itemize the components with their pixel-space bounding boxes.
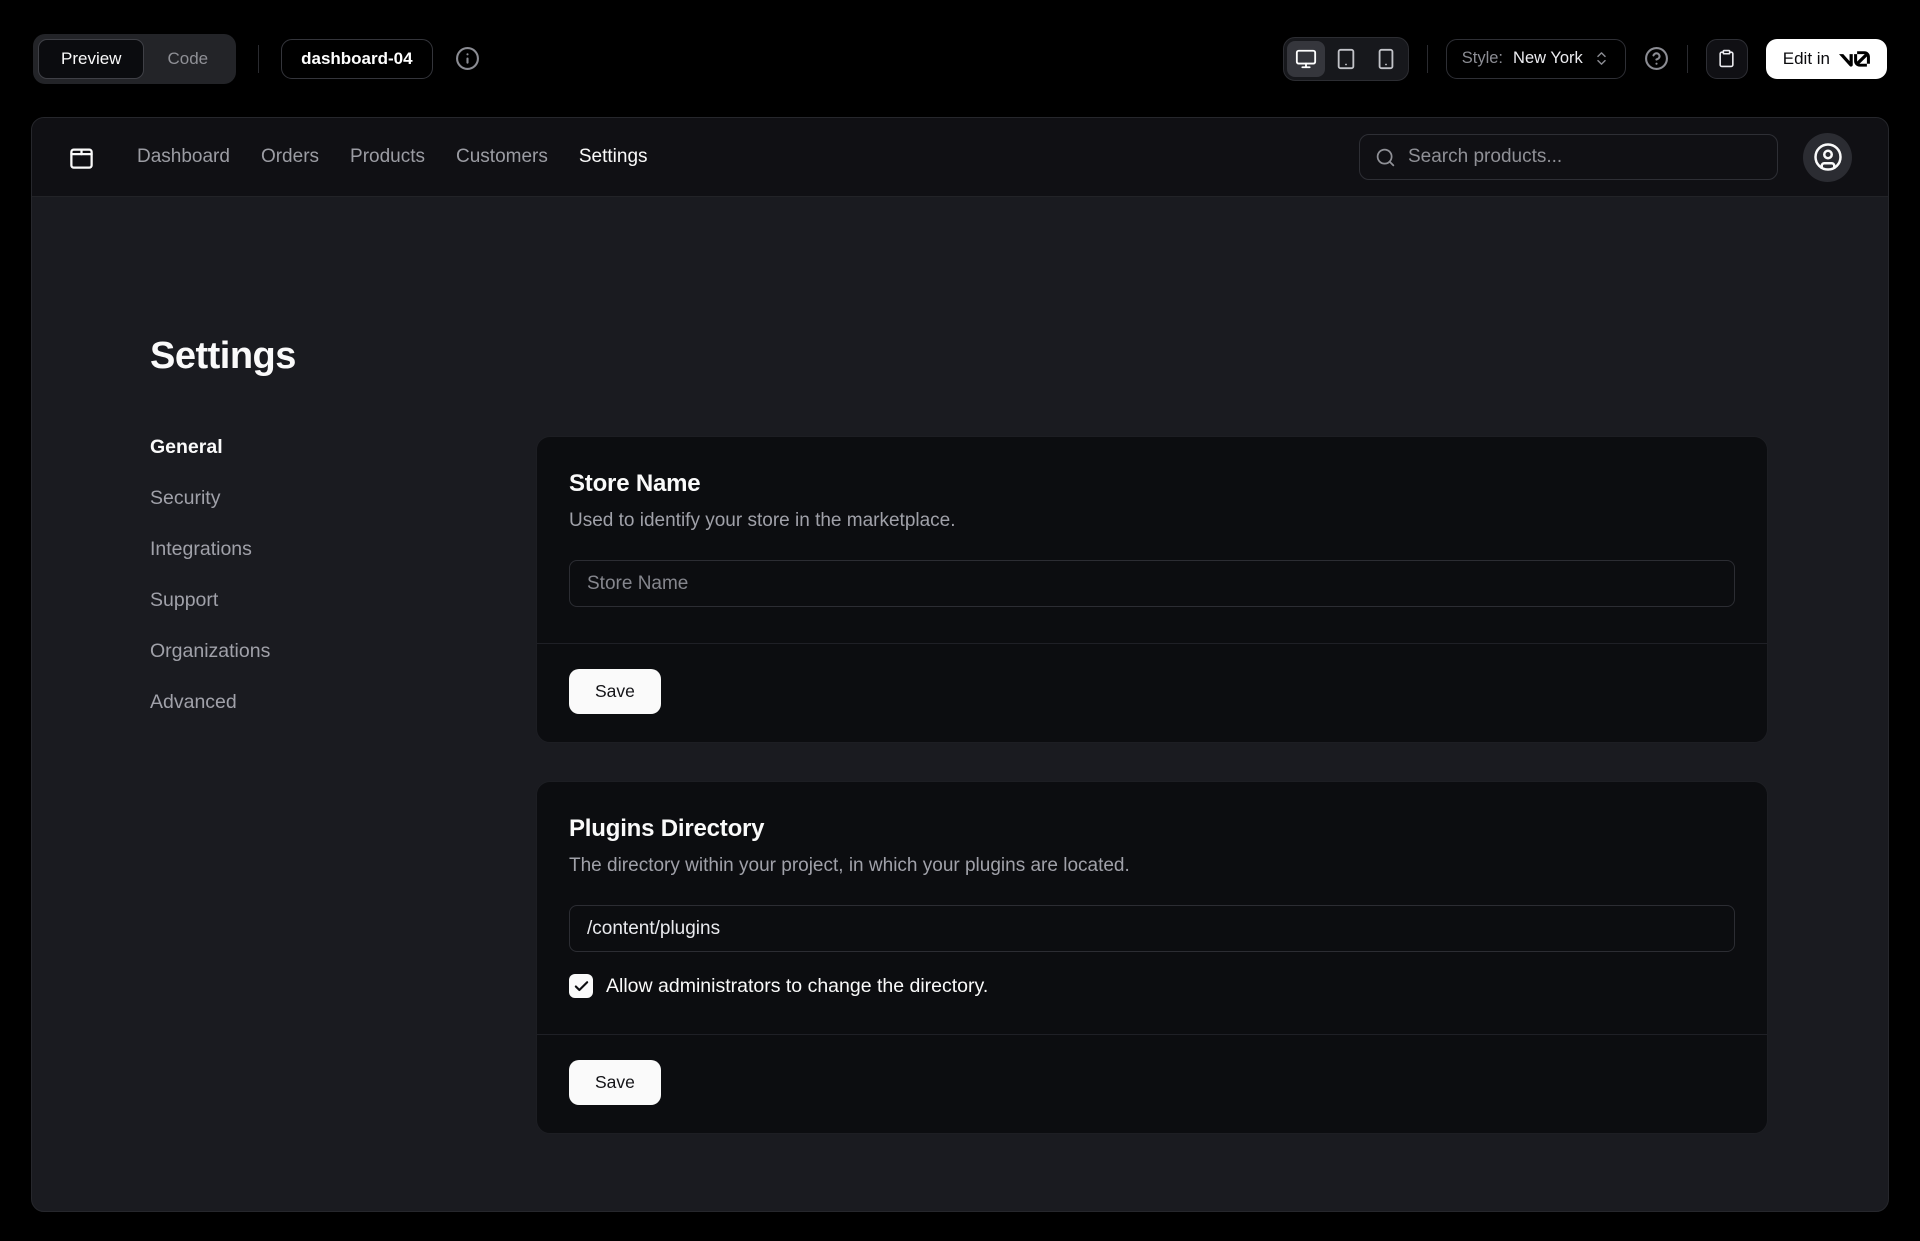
store-name-card: Store Name Used to identify your store i… bbox=[536, 436, 1768, 743]
project-badge: dashboard-04 bbox=[281, 39, 432, 79]
save-button[interactable]: Save bbox=[569, 1060, 661, 1105]
plugins-directory-input[interactable] bbox=[569, 905, 1735, 952]
store-navbar: Dashboard Orders Products Customers Sett… bbox=[32, 118, 1888, 197]
store-name-input[interactable] bbox=[569, 560, 1735, 607]
v0-logo-icon bbox=[1839, 51, 1870, 67]
clipboard-icon bbox=[1717, 49, 1736, 68]
sidebar-item-general[interactable]: General bbox=[150, 436, 536, 459]
edit-in-v0-label: Edit in bbox=[1783, 49, 1830, 69]
chevrons-up-down-icon bbox=[1593, 50, 1610, 67]
card-description: The directory within your project, in wh… bbox=[569, 855, 1735, 877]
toolbar-divider bbox=[1687, 45, 1688, 73]
nav-item-orders[interactable]: Orders bbox=[261, 146, 319, 168]
preview-window: Dashboard Orders Products Customers Sett… bbox=[31, 117, 1889, 1212]
toolbar-divider bbox=[1427, 45, 1428, 73]
card-title: Plugins Directory bbox=[569, 815, 1735, 843]
edit-in-v0-button[interactable]: Edit in bbox=[1766, 39, 1887, 79]
settings-sidebar: General Security Integrations Support Or… bbox=[150, 436, 536, 714]
sidebar-item-support[interactable]: Support bbox=[150, 589, 536, 612]
sidebar-item-security[interactable]: Security bbox=[150, 487, 536, 510]
help-icon[interactable] bbox=[1644, 46, 1669, 71]
settings-page: Settings General Security Integrations S… bbox=[32, 197, 1888, 1134]
check-icon bbox=[573, 978, 590, 995]
allow-admins-checkbox-row: Allow administrators to change the direc… bbox=[569, 974, 1735, 998]
sidebar-item-organizations[interactable]: Organizations bbox=[150, 640, 536, 663]
search-box bbox=[1359, 134, 1778, 180]
nav-links: Dashboard Orders Products Customers Sett… bbox=[137, 146, 648, 168]
mobile-view-button[interactable] bbox=[1367, 41, 1405, 77]
page-title: Settings bbox=[150, 335, 1768, 378]
nav-item-dashboard[interactable]: Dashboard bbox=[137, 146, 230, 168]
card-description: Used to identify your store in the marke… bbox=[569, 510, 1735, 532]
copy-code-button[interactable] bbox=[1706, 39, 1748, 79]
nav-item-products[interactable]: Products bbox=[350, 146, 425, 168]
plugins-directory-card: Plugins Directory The directory within y… bbox=[536, 781, 1768, 1134]
device-toggle-group bbox=[1283, 37, 1409, 81]
nav-item-customers[interactable]: Customers bbox=[456, 146, 548, 168]
card-footer: Save bbox=[537, 643, 1767, 742]
nav-item-settings[interactable]: Settings bbox=[579, 146, 648, 168]
allow-admins-checkbox[interactable] bbox=[569, 974, 593, 998]
search-input[interactable] bbox=[1408, 146, 1762, 168]
style-select[interactable]: Style: New York bbox=[1446, 39, 1626, 79]
sidebar-item-integrations[interactable]: Integrations bbox=[150, 538, 536, 561]
view-toggle-group: Preview Code bbox=[33, 34, 236, 84]
desktop-view-button[interactable] bbox=[1287, 41, 1325, 77]
toolbar-divider bbox=[258, 45, 259, 73]
user-menu-button[interactable] bbox=[1803, 133, 1852, 182]
package-icon[interactable] bbox=[68, 144, 95, 171]
info-icon[interactable] bbox=[455, 46, 480, 71]
checkbox-label[interactable]: Allow administrators to change the direc… bbox=[606, 975, 988, 998]
v0-toolbar: Preview Code dashboard-04 bbox=[0, 0, 1920, 117]
sidebar-item-advanced[interactable]: Advanced bbox=[150, 691, 536, 714]
style-select-value: New York bbox=[1513, 49, 1583, 68]
tablet-view-button[interactable] bbox=[1327, 41, 1365, 77]
save-button[interactable]: Save bbox=[569, 669, 661, 714]
card-title: Store Name bbox=[569, 470, 1735, 498]
style-select-label: Style: bbox=[1462, 49, 1503, 68]
card-footer: Save bbox=[537, 1034, 1767, 1133]
preview-tab[interactable]: Preview bbox=[38, 39, 144, 79]
search-icon bbox=[1375, 147, 1396, 168]
code-tab[interactable]: Code bbox=[144, 39, 231, 79]
circle-user-icon bbox=[1813, 142, 1843, 172]
